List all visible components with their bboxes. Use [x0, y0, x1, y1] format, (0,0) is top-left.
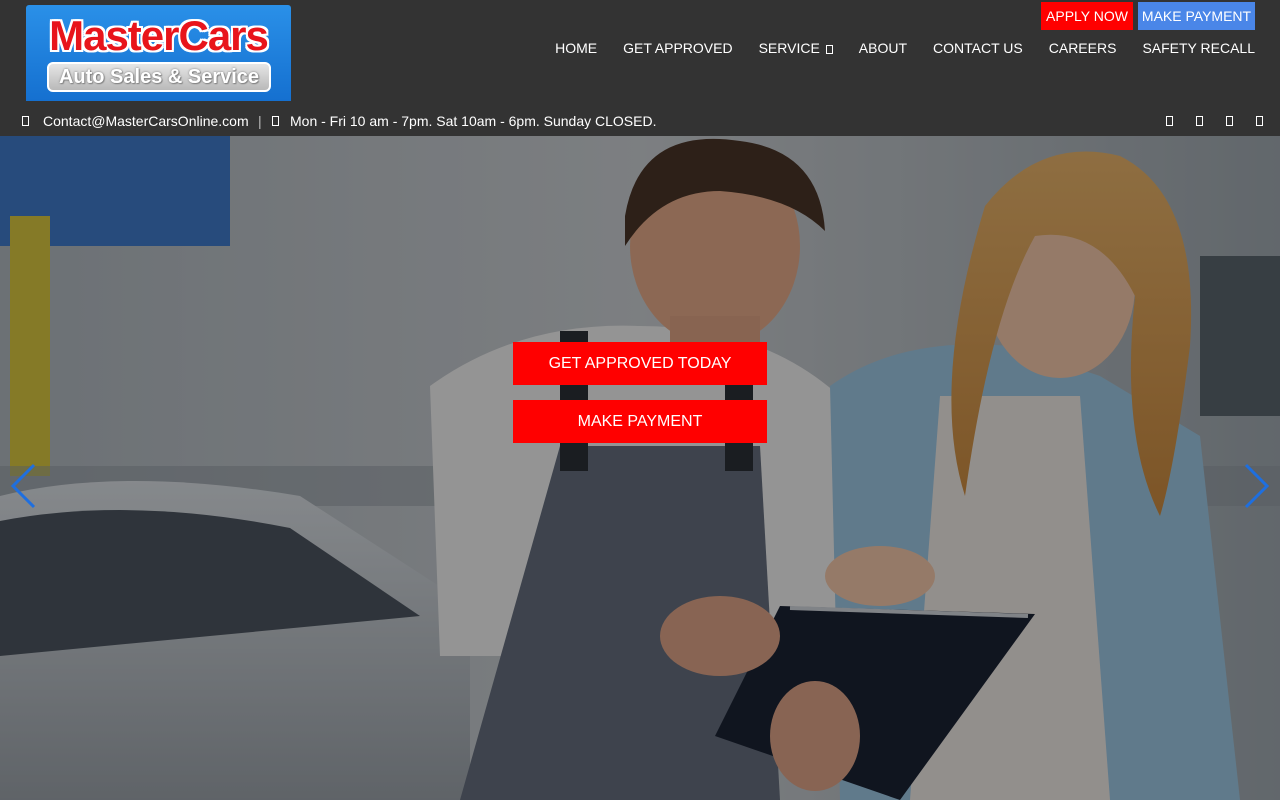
clock-icon [272, 116, 279, 126]
instagram-icon[interactable] [1226, 116, 1233, 126]
facebook-icon[interactable] [1166, 116, 1173, 126]
twitter-icon[interactable] [1196, 116, 1203, 126]
nav-about[interactable]: ABOUT [859, 38, 907, 58]
nav-home[interactable]: HOME [555, 38, 597, 58]
chevron-right-icon[interactable] [1242, 461, 1272, 511]
nav-contact-us[interactable]: CONTACT US [933, 38, 1023, 58]
logo-subtitle: Auto Sales & Service [47, 62, 271, 92]
contact-email[interactable]: Contact@MasterCarsOnline.com [43, 110, 249, 132]
nav-get-approved[interactable]: GET APPROVED [623, 38, 732, 58]
nav-service[interactable]: SERVICE [759, 38, 833, 58]
nav-service-label: SERVICE [758, 40, 820, 56]
youtube-icon[interactable] [1256, 116, 1263, 126]
main-nav: HOME GET APPROVED SERVICE ABOUT CONTACT … [529, 38, 1255, 58]
nav-careers[interactable]: CAREERS [1049, 38, 1117, 58]
envelope-icon [22, 116, 29, 126]
chevron-left-icon[interactable] [8, 461, 38, 511]
info-bar: Contact@MasterCarsOnline.com | Mon - Fri… [0, 110, 1280, 132]
chevron-down-icon [825, 45, 833, 54]
make-payment-button[interactable]: MAKE PAYMENT [513, 400, 767, 443]
brand-logo[interactable]: MasterCars Auto Sales & Service [26, 5, 291, 101]
nav-safety-recall[interactable]: SAFETY RECALL [1142, 38, 1255, 58]
business-hours: Mon - Fri 10 am - 7pm. Sat 10am - 6pm. S… [290, 113, 657, 129]
apply-now-button[interactable]: APPLY NOW [1041, 2, 1133, 30]
get-approved-today-button[interactable]: GET APPROVED TODAY [513, 342, 767, 385]
hero-slider: GET APPROVED TODAY MAKE PAYMENT [0, 136, 1280, 800]
logo-title: MasterCars [49, 12, 269, 59]
make-payment-top-button[interactable]: MAKE PAYMENT [1138, 2, 1255, 30]
info-separator: | [258, 113, 262, 129]
hero-overlay [0, 136, 1280, 800]
site-header: MasterCars Auto Sales & Service APPLY NO… [0, 0, 1280, 136]
